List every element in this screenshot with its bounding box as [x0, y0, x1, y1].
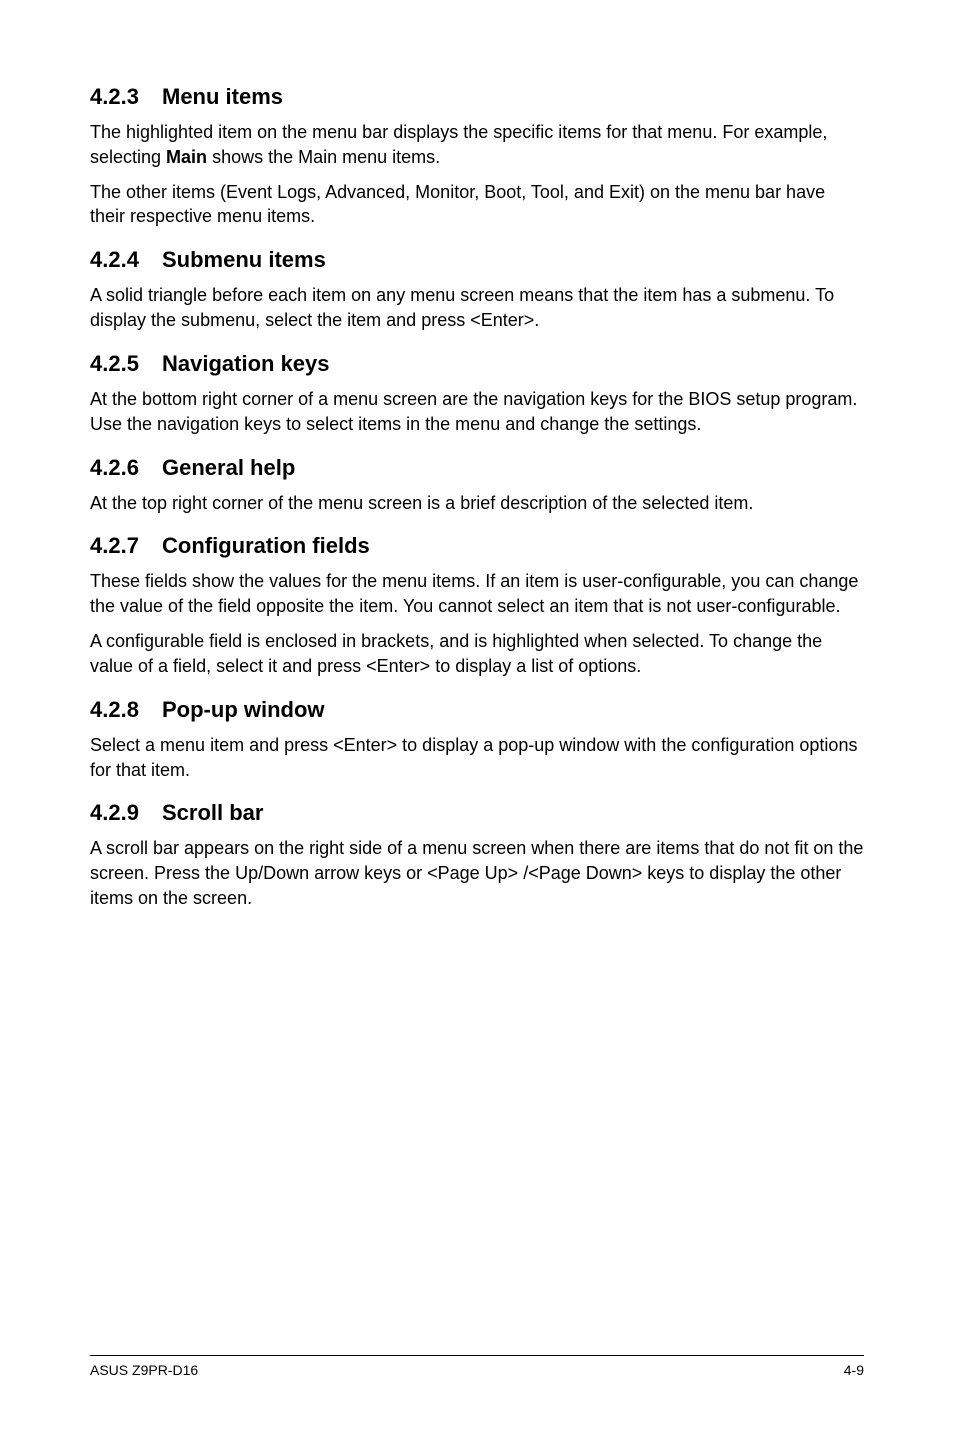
paragraph: The highlighted item on the menu bar dis…: [90, 120, 864, 170]
heading-number: 4.2.8: [90, 697, 162, 723]
bold-text: Main: [166, 147, 207, 167]
paragraph: A configurable field is enclosed in brac…: [90, 629, 864, 679]
heading-title: Configuration fields: [162, 533, 370, 559]
paragraph: A solid triangle before each item on any…: [90, 283, 864, 333]
paragraph: At the bottom right corner of a menu scr…: [90, 387, 864, 437]
paragraph: At the top right corner of the menu scre…: [90, 491, 864, 516]
heading-425: 4.2.5 Navigation keys: [90, 351, 864, 377]
heading-number: 4.2.6: [90, 455, 162, 481]
heading-number: 4.2.5: [90, 351, 162, 377]
heading-number: 4.2.3: [90, 84, 162, 110]
heading-429: 4.2.9 Scroll bar: [90, 800, 864, 826]
heading-title: Menu items: [162, 84, 283, 110]
section-425: 4.2.5 Navigation keys At the bottom righ…: [90, 351, 864, 437]
paragraph: Select a menu item and press <Enter> to …: [90, 733, 864, 783]
paragraph: These fields show the values for the men…: [90, 569, 864, 619]
footer-left-text: ASUS Z9PR-D16: [90, 1362, 198, 1378]
heading-428: 4.2.8 Pop-up window: [90, 697, 864, 723]
section-429: 4.2.9 Scroll bar A scroll bar appears on…: [90, 800, 864, 910]
section-428: 4.2.8 Pop-up window Select a menu item a…: [90, 697, 864, 783]
heading-title: General help: [162, 455, 295, 481]
section-427: 4.2.7 Configuration fields These fields …: [90, 533, 864, 678]
heading-423: 4.2.3 Menu items: [90, 84, 864, 110]
section-424: 4.2.4 Submenu items A solid triangle bef…: [90, 247, 864, 333]
heading-title: Scroll bar: [162, 800, 263, 826]
footer-page-number: 4-9: [844, 1362, 864, 1378]
text-run: shows the Main menu items.: [207, 147, 440, 167]
heading-424: 4.2.4 Submenu items: [90, 247, 864, 273]
heading-426: 4.2.6 General help: [90, 455, 864, 481]
heading-title: Navigation keys: [162, 351, 330, 377]
heading-427: 4.2.7 Configuration fields: [90, 533, 864, 559]
heading-number: 4.2.4: [90, 247, 162, 273]
heading-title: Pop-up window: [162, 697, 325, 723]
heading-number: 4.2.9: [90, 800, 162, 826]
section-423: 4.2.3 Menu items The highlighted item on…: [90, 84, 864, 229]
section-426: 4.2.6 General help At the top right corn…: [90, 455, 864, 516]
heading-title: Submenu items: [162, 247, 326, 273]
page-content: 4.2.3 Menu items The highlighted item on…: [0, 0, 954, 911]
heading-number: 4.2.7: [90, 533, 162, 559]
paragraph: A scroll bar appears on the right side o…: [90, 836, 864, 910]
paragraph: The other items (Event Logs, Advanced, M…: [90, 180, 864, 230]
page-footer: ASUS Z9PR-D16 4-9: [90, 1355, 864, 1378]
